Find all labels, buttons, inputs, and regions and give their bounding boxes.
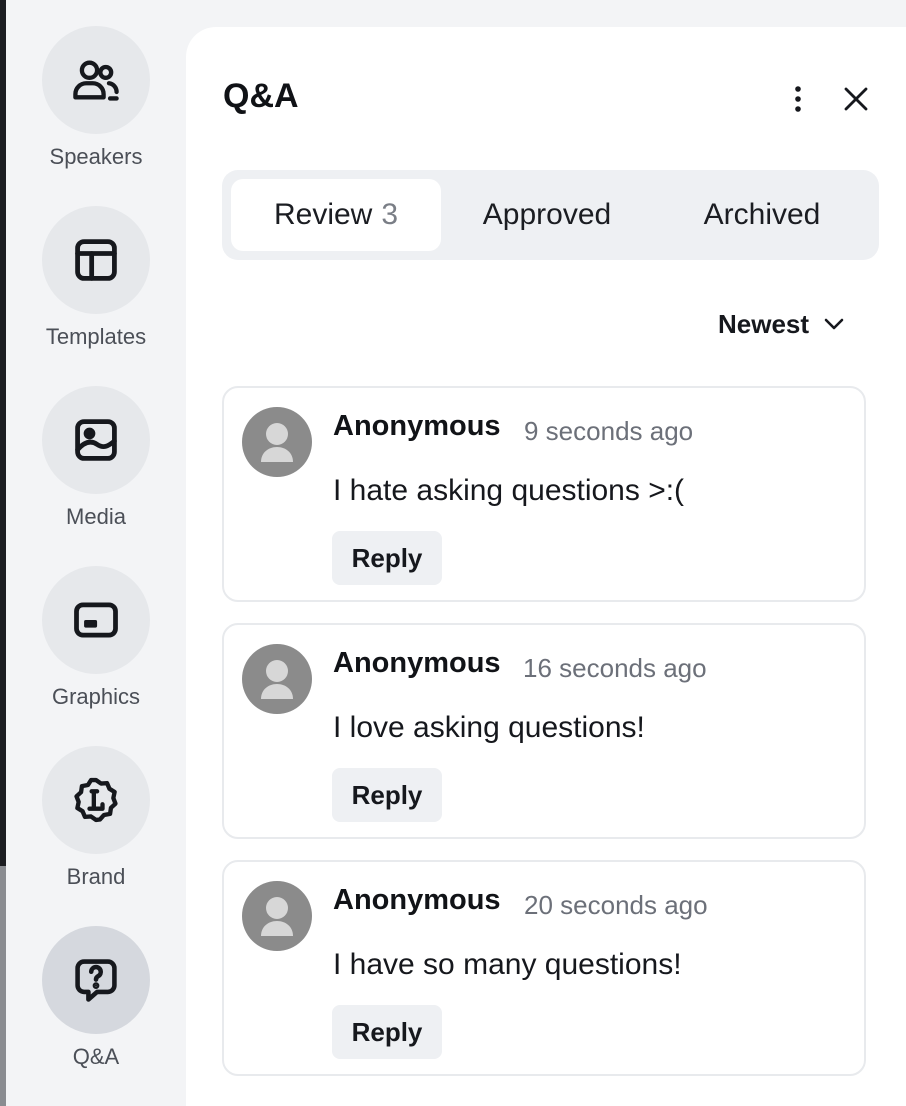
- sort-dropdown[interactable]: Newest: [718, 304, 845, 344]
- qa-icon-button[interactable]: [42, 926, 150, 1034]
- brand-icon-button[interactable]: [42, 746, 150, 854]
- user-avatar-icon: [261, 423, 293, 462]
- sidebar-item-label: Q&A: [72, 1044, 120, 1069]
- question-text: I hate asking questions >:(: [333, 474, 685, 507]
- question-card: Anonymous 9 seconds ago I hate asking qu…: [222, 386, 866, 602]
- close-button[interactable]: [836, 79, 876, 119]
- tab-label: Approved: [482, 198, 612, 231]
- sidebar: Speakers Templates Media Graphics Brand …: [6, 0, 186, 1106]
- reply-button[interactable]: Reply: [332, 1005, 442, 1059]
- tab-review[interactable]: Review 3: [231, 179, 441, 251]
- media-icon-button[interactable]: [42, 386, 150, 494]
- more-options-button[interactable]: [782, 79, 814, 119]
- brand-icon: [74, 777, 118, 823]
- tab-approved[interactable]: Approved: [447, 179, 647, 251]
- reply-button[interactable]: Reply: [332, 531, 442, 585]
- question-author: Anonymous: [333, 410, 501, 442]
- tab-archived[interactable]: Archived: [657, 179, 867, 251]
- sidebar-item-speakers[interactable]: Speakers: [6, 26, 186, 196]
- more-vertical-icon: [795, 86, 801, 112]
- avatar: [242, 881, 312, 951]
- reply-button[interactable]: Reply: [332, 768, 442, 822]
- question-card: Anonymous 16 seconds ago I love asking q…: [222, 623, 866, 839]
- sidebar-item-label: Media: [66, 504, 126, 529]
- templates-icon-button[interactable]: [42, 206, 150, 314]
- app-window: Speakers Templates Media Graphics Brand …: [0, 0, 906, 1106]
- media-icon: [75, 419, 117, 461]
- qa-icon: [75, 959, 117, 1002]
- sort-label: Newest: [718, 308, 810, 339]
- question-timestamp: 20 seconds ago: [524, 890, 708, 920]
- avatar: [242, 407, 312, 477]
- question-author: Anonymous: [333, 884, 501, 916]
- sidebar-item-templates[interactable]: Templates: [6, 206, 186, 376]
- graphics-icon: [74, 602, 118, 638]
- tab-label: Review: [273, 198, 373, 231]
- sidebar-item-label: Graphics: [51, 684, 141, 709]
- question-author: Anonymous: [333, 647, 501, 679]
- sidebar-item-brand[interactable]: Brand: [6, 746, 186, 916]
- chevron-down-icon: [824, 318, 844, 330]
- close-icon: [844, 87, 868, 111]
- user-avatar-icon: [261, 897, 293, 936]
- avatar: [242, 644, 312, 714]
- tab-bar: Review 3 Approved Archived: [222, 170, 879, 260]
- qa-panel: Q&A Review 3 Approved Archived Newest An…: [186, 27, 906, 1106]
- user-avatar-icon: [261, 660, 293, 699]
- sidebar-item-media[interactable]: Media: [6, 386, 186, 556]
- panel-title: Q&A: [223, 77, 299, 115]
- graphics-icon-button[interactable]: [42, 566, 150, 674]
- sidebar-item-label: Templates: [45, 324, 147, 349]
- question-card: Anonymous 20 seconds ago I have so many …: [222, 860, 866, 1076]
- question-text: I have so many questions!: [333, 948, 682, 981]
- question-timestamp: 9 seconds ago: [524, 416, 694, 446]
- question-timestamp: 16 seconds ago: [523, 653, 707, 683]
- templates-icon: [75, 239, 117, 281]
- sidebar-item-label: Speakers: [49, 144, 143, 169]
- speakers-icon: [73, 60, 119, 101]
- tab-count: 3: [381, 198, 399, 231]
- speakers-icon-button[interactable]: [42, 26, 150, 134]
- sidebar-item-graphics[interactable]: Graphics: [6, 566, 186, 736]
- sidebar-item-label: Brand: [66, 864, 126, 889]
- question-text: I love asking questions!: [333, 711, 645, 744]
- sidebar-item-qa[interactable]: Q&A: [6, 926, 186, 1096]
- tab-label: Archived: [703, 198, 821, 231]
